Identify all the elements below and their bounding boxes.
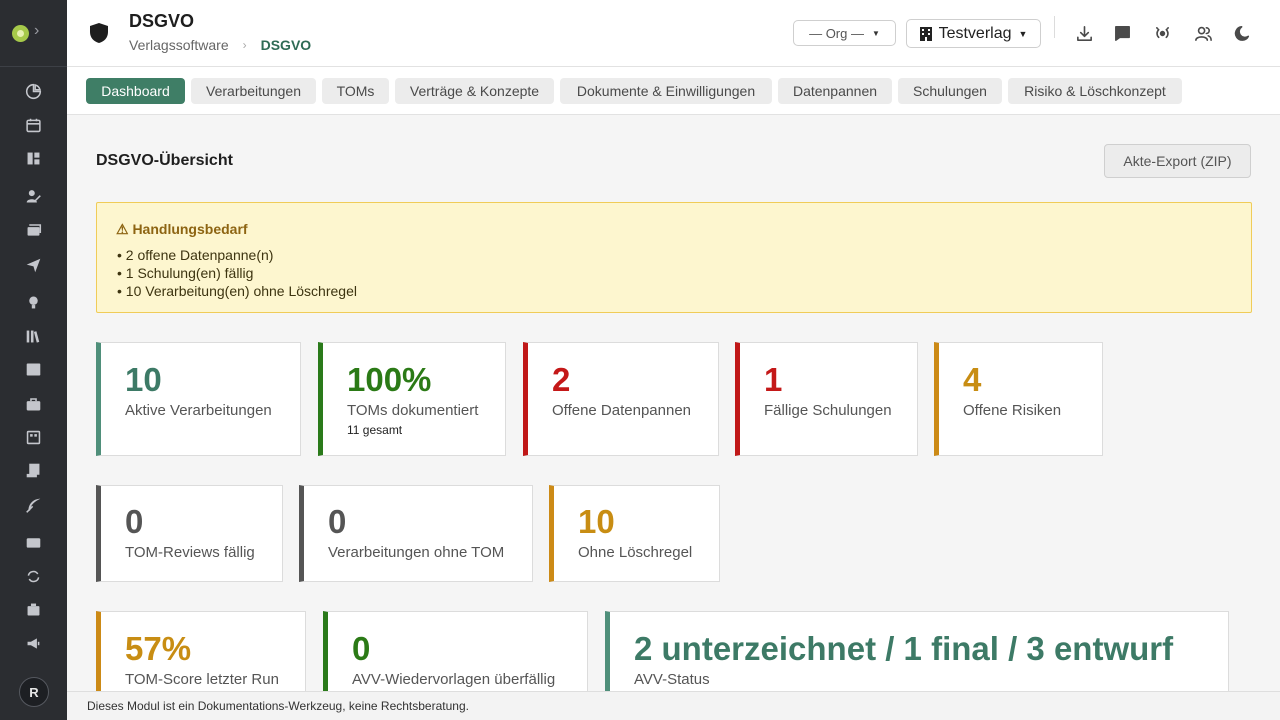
breadcrumb-item-parent[interactable]: Verlagssoftware [129, 37, 229, 53]
sidebar-expand-icon[interactable]: › [34, 22, 39, 40]
scroll-icon[interactable] [24, 461, 42, 479]
tab-vertraege-konzepte[interactable]: Verträge & Konzepte [395, 78, 554, 104]
breadcrumb-item-current: DSGVO [260, 37, 312, 53]
lightbulb-icon[interactable] [24, 293, 42, 311]
stat-value: 4 [963, 361, 982, 398]
stat-label: TOMs dokumentiert [347, 402, 479, 419]
pie-chart-icon[interactable] [24, 82, 42, 100]
stat-value: 10 [125, 361, 162, 398]
image-icon[interactable] [24, 360, 42, 378]
calendar-icon[interactable] [24, 116, 42, 134]
disclaimer-footer: Dieses Modul ist ein Dokumentations-Werk… [67, 691, 1280, 720]
building-icon [919, 26, 932, 41]
alert-title: ⚠ Handlungsbedarf [116, 221, 248, 237]
stat-label: Fällige Schulungen [764, 402, 892, 419]
header-divider [1054, 16, 1055, 38]
case-icon[interactable] [24, 600, 42, 618]
caret-down-icon: ▼ [1018, 28, 1028, 39]
stat-value: 1 [764, 361, 783, 398]
dashboard-icon[interactable] [24, 149, 42, 167]
stat-label: Offene Datenpannen [552, 402, 692, 419]
tab-toms[interactable]: TOMs [322, 78, 389, 104]
users-icon[interactable] [1193, 23, 1213, 43]
stat-value: 2 unterzeichnet / 1 final / 3 entwurf [634, 630, 1174, 667]
moon-icon[interactable] [1233, 23, 1253, 43]
page-header: DSGVO Verlagssoftware › DSGVO — Org — ▼ … [67, 0, 1280, 67]
stat-card-faellige-schulungen[interactable]: 1 Fällige Schulungen [735, 342, 918, 456]
tab-dokumente-einwilligungen[interactable]: Dokumente & Einwilligungen [560, 78, 772, 104]
library-icon[interactable] [24, 327, 42, 345]
user-edit-icon[interactable] [24, 187, 42, 205]
alert-item: 10 Verarbeitung(en) ohne Löschregel [117, 282, 357, 300]
shield-icon [90, 23, 108, 43]
sync-icon[interactable] [24, 567, 42, 585]
chat-icon[interactable] [1112, 23, 1132, 43]
alert-item: 2 offene Datenpanne(n) [117, 246, 357, 264]
alert-item: 1 Schulung(en) fällig [117, 264, 357, 282]
breadcrumb: Verlagssoftware › DSGVO [129, 37, 311, 53]
caret-down-icon: ▼ [871, 28, 880, 38]
sidebar: › R [0, 0, 67, 720]
avatar[interactable]: R [19, 677, 49, 707]
stat-card-avv-status[interactable]: 2 unterzeichnet / 1 final / 3 entwurf AV… [605, 611, 1229, 701]
publisher-select[interactable]: Testverlag ▼ [906, 19, 1041, 48]
stat-card-aktive-verarbeitungen[interactable]: 10 Aktive Verarbeitungen [96, 342, 301, 456]
download-icon[interactable] [1074, 23, 1094, 43]
briefcase-icon[interactable] [24, 395, 42, 413]
stat-value: 0 [328, 503, 347, 540]
breadcrumb-separator-icon: › [242, 38, 247, 52]
board-icon[interactable] [24, 428, 42, 446]
stat-value: 2 [552, 361, 571, 398]
publisher-select-value: Testverlag [938, 24, 1012, 42]
stat-value: 0 [125, 503, 144, 540]
mail-stack-icon[interactable] [24, 221, 42, 239]
stat-sub: 11 gesamt [347, 423, 403, 437]
send-icon[interactable] [24, 256, 42, 274]
stat-label: TOM-Reviews fällig [125, 544, 255, 561]
tab-bar: Dashboard Verarbeitungen TOMs Verträge &… [67, 67, 1280, 115]
stat-card-toms-dokumentiert[interactable]: 100% TOMs dokumentiert 11 gesamt [318, 342, 506, 456]
stat-value: 0 [352, 630, 371, 667]
stat-value: 10 [578, 503, 615, 540]
alert-list: 2 offene Datenpanne(n) 1 Schulung(en) fä… [117, 246, 357, 300]
stat-card-offene-datenpannen[interactable]: 2 Offene Datenpannen [523, 342, 719, 456]
tab-verarbeitungen[interactable]: Verarbeitungen [191, 78, 316, 104]
stat-card-offene-risiken[interactable]: 4 Offene Risiken [934, 342, 1103, 456]
stat-value: 100% [347, 361, 432, 398]
stat-label: Verarbeitungen ohne TOM [328, 544, 505, 561]
sidebar-divider [0, 66, 67, 67]
page-title: DSGVO [129, 11, 195, 31]
credit-card-icon[interactable] [24, 533, 42, 551]
disclaimer-text: Dieses Modul ist ein Dokumentations-Werk… [87, 699, 469, 713]
stat-label: AVV-Status [634, 671, 710, 688]
tab-schulungen[interactable]: Schulungen [898, 78, 1002, 104]
org-select-value: — Org — [809, 25, 864, 41]
stat-label: TOM-Score letzter Run [125, 671, 279, 688]
broadcast-icon[interactable] [1152, 23, 1172, 43]
stat-value: 57% [125, 630, 192, 667]
app-logo-icon[interactable] [12, 25, 29, 42]
export-zip-button[interactable]: Akte-Export (ZIP) [1104, 144, 1251, 178]
stat-card-tom-reviews[interactable]: 0 TOM-Reviews fällig [96, 485, 283, 582]
stat-label: AVV-Wiedervorlagen überfällig [352, 671, 556, 688]
org-select[interactable]: — Org — ▼ [793, 20, 896, 46]
stat-label: Ohne Löschregel [578, 544, 693, 561]
tab-datenpannen[interactable]: Datenpannen [778, 78, 892, 104]
stat-card-verarbeitungen-ohne-tom[interactable]: 0 Verarbeitungen ohne TOM [299, 485, 533, 582]
action-required-alert: ⚠ Handlungsbedarf 2 offene Datenpanne(n)… [96, 202, 1252, 313]
feather-icon[interactable] [24, 496, 42, 514]
stat-label: Aktive Verarbeitungen [125, 402, 272, 419]
stat-label: Offene Risiken [963, 402, 1062, 419]
stat-card-avv-wiedervorlagen[interactable]: 0 AVV-Wiedervorlagen überfällig [323, 611, 588, 701]
megaphone-icon[interactable] [24, 634, 42, 652]
tab-risiko-loeschkonzept[interactable]: Risiko & Löschkonzept [1008, 78, 1182, 104]
tab-dashboard[interactable]: Dashboard [86, 78, 185, 104]
stat-card-tom-score[interactable]: 57% TOM-Score letzter Run [96, 611, 306, 701]
stat-card-ohne-loeschregel[interactable]: 10 Ohne Löschregel [549, 485, 720, 582]
section-title: DSGVO-Übersicht [96, 152, 233, 169]
